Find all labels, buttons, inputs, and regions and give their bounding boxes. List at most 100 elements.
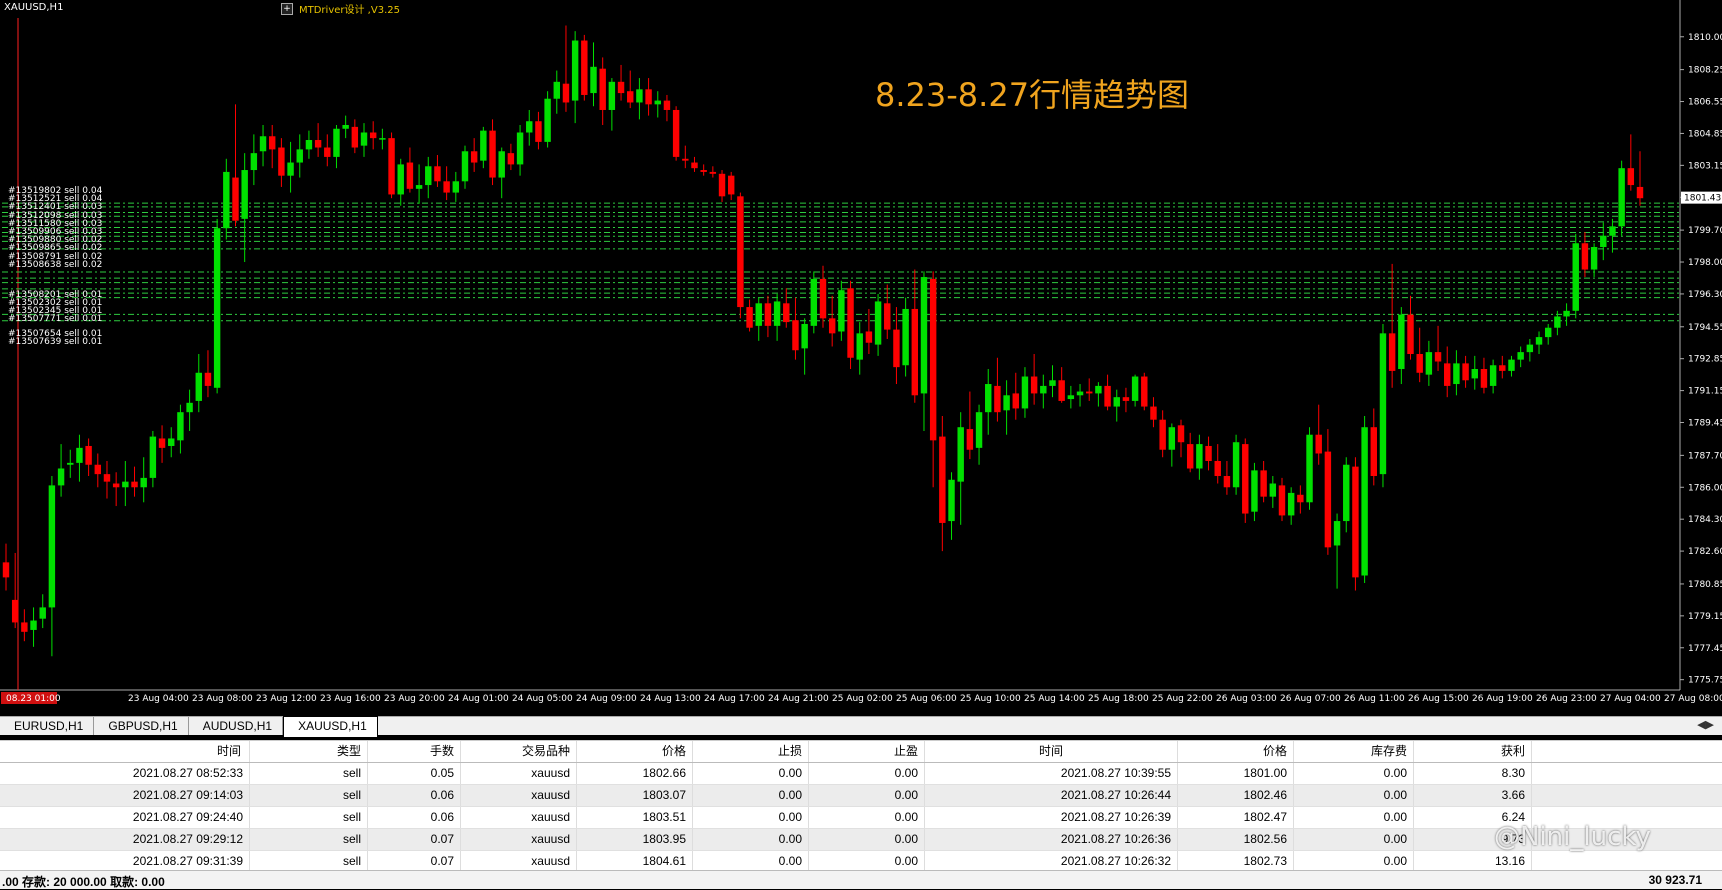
- candle-body: [314, 140, 322, 148]
- candle-body: [709, 171, 717, 174]
- time-tick-label: 27 Aug 04:00: [1600, 694, 1661, 704]
- tab-gbpusd[interactable]: GBPUSD,H1: [94, 717, 189, 735]
- candle-body: [48, 485, 56, 608]
- time-tick-label: 24 Aug 13:00: [640, 694, 701, 704]
- table-row[interactable]: 2021.08.27 08:52:33 sell 0.05 xauusd 1802.66…: [0, 763, 1722, 785]
- table-cell: 1802.73: [1178, 851, 1294, 872]
- candle-body: [76, 447, 83, 463]
- table-cell: 0.00: [1294, 829, 1414, 850]
- column-header[interactable]: 时间: [0, 741, 250, 762]
- ea-toggle-icon[interactable]: +: [281, 2, 293, 15]
- candlestick-chart[interactable]: 1810.00 1808.25 1806.55 1804.85 1803.15 1801.…: [0, 0, 1722, 716]
- candle-body: [737, 196, 744, 308]
- table-cell: xauusd: [461, 829, 577, 850]
- table-row[interactable]: 2021.08.27 09:14:03 sell 0.06 xauusd 1803.07…: [0, 785, 1722, 807]
- table-row[interactable]: 2021.08.27 09:24:40 sell 0.06 xauusd 1803.51…: [0, 807, 1722, 829]
- price-tick-label: 1775.75: [1688, 676, 1722, 686]
- table-row[interactable]: 2021.08.27 09:29:12 sell 0.07 xauusd 1803.95…: [0, 829, 1722, 851]
- column-header[interactable]: 交易品种: [461, 741, 577, 762]
- column-header[interactable]: 时间: [925, 741, 1178, 762]
- tab-audusd[interactable]: AUDUSD,H1: [189, 717, 284, 735]
- candle-body: [526, 121, 533, 133]
- candle-body: [232, 177, 239, 221]
- candle-body: [755, 303, 762, 326]
- column-header[interactable]: 价格: [577, 741, 693, 762]
- price-tick-label: 1806.55: [1688, 98, 1722, 108]
- time-tick-label: 24 Aug 09:00: [576, 694, 637, 704]
- table-cell: xauusd: [461, 763, 577, 784]
- candle-body: [1444, 363, 1451, 386]
- candle-body: [874, 301, 882, 345]
- candle-body: [1508, 359, 1515, 371]
- candle-body: [581, 40, 588, 95]
- candle-body: [333, 128, 340, 157]
- table-cell: 0.00: [809, 807, 925, 828]
- price-tick-label: 1810.00: [1688, 33, 1722, 43]
- candle-body: [838, 290, 845, 332]
- candle-body: [884, 303, 891, 330]
- chart-annotation: 8.23-8.27行情趋势图: [875, 76, 1190, 114]
- column-header[interactable]: 止盈: [809, 741, 925, 762]
- candle-body: [57, 468, 65, 486]
- candle-body: [929, 278, 937, 441]
- table-cell: 2021.08.27 10:39:55: [925, 763, 1178, 784]
- column-header[interactable]: 价格: [1178, 741, 1294, 762]
- candle-body: [103, 474, 111, 482]
- candle-body: [920, 277, 928, 394]
- candle-body: [1636, 186, 1644, 199]
- candle-body: [1205, 445, 1212, 461]
- candle-body: [461, 151, 469, 182]
- table-cell: 3.66: [1414, 785, 1532, 806]
- candle-body: [1186, 444, 1194, 469]
- price-tick-label: 1784.30: [1688, 515, 1722, 525]
- candle-body: [269, 136, 276, 150]
- candle-body: [1021, 376, 1029, 409]
- candle-body: [397, 164, 404, 195]
- expert-advisor-label: + MTDriver设计 ,V3.25: [281, 1, 400, 16]
- candle-body: [1379, 333, 1387, 475]
- column-header[interactable]: 获利: [1414, 741, 1532, 762]
- column-header[interactable]: 库存费: [1294, 741, 1414, 762]
- table-cell: 2021.08.27 10:26:39: [925, 807, 1178, 828]
- candle-body: [1095, 385, 1102, 394]
- candle-body: [213, 228, 221, 388]
- column-header[interactable]: 类型: [250, 741, 368, 762]
- candle-body: [1104, 385, 1111, 407]
- candle-body: [342, 124, 349, 129]
- candle-body: [1581, 243, 1589, 270]
- time-tick-label: 25 Aug 18:00: [1088, 694, 1149, 704]
- candle-body: [571, 40, 579, 101]
- candle-body: [516, 132, 524, 165]
- table-cell: 0.00: [809, 851, 925, 872]
- candle-body: [351, 126, 359, 148]
- candle-body: [544, 98, 551, 142]
- candle-body: [746, 307, 753, 328]
- table-cell: 0.00: [809, 763, 925, 784]
- total-profit: 30 923.71: [1648, 873, 1702, 887]
- table-cell: 2021.08.27 09:29:12: [0, 829, 250, 850]
- tab-scroll-arrows-icon[interactable]: ◀▶: [1697, 718, 1714, 731]
- price-chart[interactable]: 1810.00 1808.25 1806.55 1804.85 1803.15 1801.…: [0, 0, 1722, 716]
- candle-body: [1535, 337, 1543, 345]
- tab-eurusd[interactable]: EURUSD,H1: [0, 717, 95, 735]
- candle-body: [599, 68, 606, 110]
- candle-body: [434, 166, 441, 182]
- candle-body: [1352, 466, 1359, 578]
- table-cell: 1803.51: [577, 807, 693, 828]
- order-label: #13507639 sell 0.01: [8, 336, 103, 347]
- price-tick-label: 1787.70: [1688, 451, 1722, 461]
- table-cell: 0.00: [1294, 785, 1414, 806]
- column-header[interactable]: 手数: [368, 741, 461, 762]
- candle-body: [388, 138, 395, 195]
- candle-body: [1232, 442, 1240, 488]
- candle-body: [1287, 492, 1295, 516]
- candle-body: [1040, 385, 1047, 394]
- column-header[interactable]: 止损: [693, 741, 809, 762]
- candle-body: [1627, 168, 1635, 186]
- candle-body: [1122, 397, 1130, 401]
- tab-xauusd[interactable]: XAUUSD,H1: [283, 716, 378, 737]
- candle-body: [1554, 316, 1561, 328]
- candle-body: [700, 170, 707, 172]
- candle-body: [305, 140, 313, 150]
- candle-body: [1572, 243, 1579, 311]
